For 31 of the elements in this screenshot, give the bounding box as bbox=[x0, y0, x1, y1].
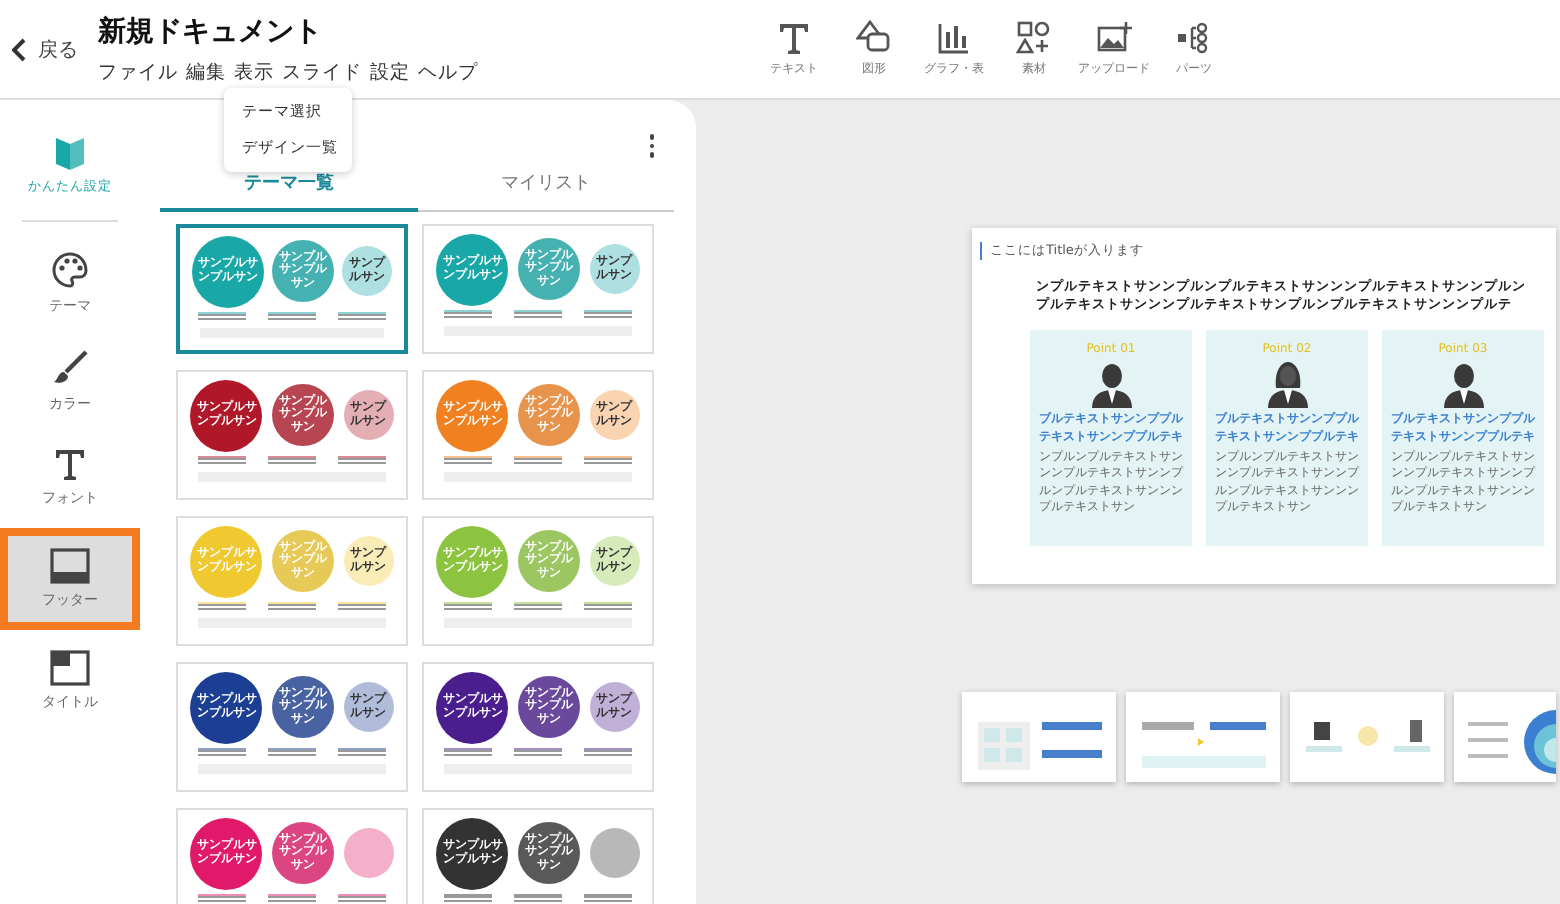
slide-thumbnail[interactable] bbox=[1454, 692, 1556, 782]
menu-item[interactable]: ヘルプ bbox=[418, 59, 478, 85]
footer-layout-icon bbox=[50, 548, 90, 584]
text-icon bbox=[52, 446, 88, 482]
slide-layout-drawing bbox=[1464, 706, 1556, 774]
tab[interactable]: テーマ一覧 bbox=[160, 159, 417, 211]
slide-thumbnail[interactable] bbox=[1290, 692, 1444, 782]
menu-item[interactable]: ファイル bbox=[98, 59, 178, 85]
person-icon bbox=[1441, 360, 1485, 409]
person-icon bbox=[1089, 360, 1133, 409]
text-icon bbox=[776, 20, 812, 56]
menu-item[interactable]: スライド bbox=[282, 59, 362, 85]
slide-thumbnail[interactable] bbox=[1126, 692, 1280, 782]
brush-icon bbox=[50, 348, 90, 388]
menu-item[interactable]: 編集 bbox=[186, 59, 226, 85]
slide-thumbnail[interactable] bbox=[962, 692, 1116, 782]
shapes-icon bbox=[1016, 20, 1052, 56]
person-icon bbox=[1265, 360, 1309, 409]
palette-icon bbox=[50, 250, 90, 290]
shapes-icon bbox=[856, 20, 892, 56]
back-button[interactable]: 戻る bbox=[12, 35, 88, 63]
title-layout-icon bbox=[50, 650, 90, 686]
document-title: 新規ドキュメント bbox=[98, 13, 324, 49]
menu-item[interactable]: 表示 bbox=[234, 59, 274, 85]
tab[interactable]: マイリスト bbox=[417, 159, 674, 211]
menu-item[interactable]: 設定 bbox=[370, 59, 410, 85]
more-options-icon[interactable] bbox=[647, 132, 656, 159]
chevron-left-icon bbox=[12, 37, 28, 61]
parts-icon bbox=[1176, 20, 1212, 56]
image-upload-icon bbox=[1096, 20, 1132, 56]
bar-chart-icon bbox=[936, 20, 972, 56]
